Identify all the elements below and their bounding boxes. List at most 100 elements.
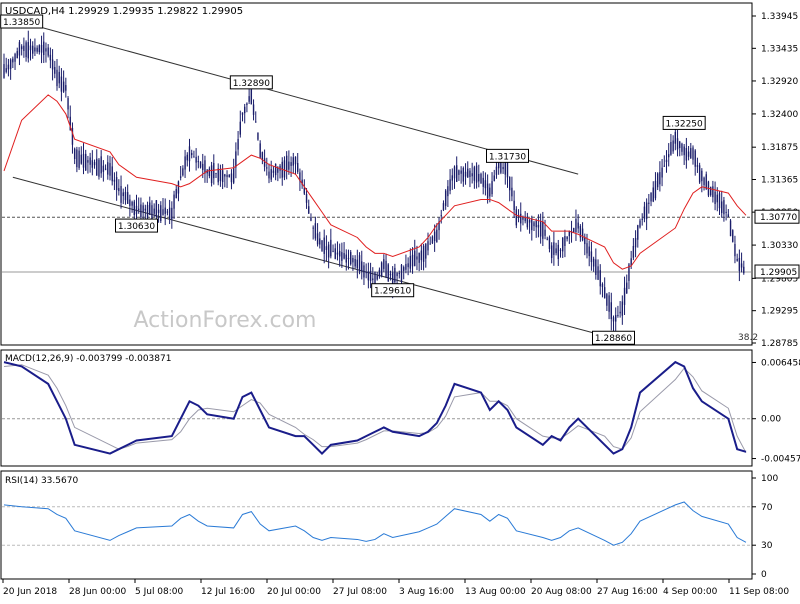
candle-body <box>389 273 392 276</box>
candle-body <box>721 201 723 214</box>
candle-body <box>471 173 473 177</box>
candle-body <box>634 238 637 248</box>
candle-body <box>701 170 703 182</box>
candle-body <box>542 221 544 239</box>
time-tick-label: 12 Jul 16:00 <box>201 587 255 597</box>
candle-body <box>469 170 471 178</box>
rsi-tick-label: 100 <box>761 474 778 484</box>
candle-body <box>135 205 138 215</box>
candle-body <box>553 242 555 255</box>
candle-body <box>380 262 383 277</box>
candle-body <box>361 261 363 272</box>
candle-body <box>109 163 111 176</box>
candle-body <box>120 186 122 203</box>
candle-body <box>226 174 228 178</box>
candle-body <box>23 45 25 51</box>
candle-body <box>608 295 610 312</box>
candle-body <box>378 269 381 277</box>
candle-body <box>182 168 184 176</box>
chart-canvas: ActionForex.com 1.33850 1.32890 1.30630 1.3… <box>0 2 800 597</box>
candle-body <box>559 249 562 251</box>
candle-body <box>138 208 140 210</box>
candle-body <box>407 263 409 268</box>
candle-body <box>522 217 524 220</box>
candle-body <box>356 259 359 269</box>
candle-body <box>674 131 677 144</box>
candle-body <box>670 141 672 155</box>
time-tick-label: 3 Aug 16:00 <box>399 587 454 597</box>
price-label-text: 1.32250 <box>666 119 703 129</box>
candle-body <box>683 146 685 156</box>
candle-body <box>184 156 186 170</box>
candle-body <box>577 222 579 229</box>
price-tag-label: 1.29905 <box>760 268 797 278</box>
candle-body <box>62 81 65 92</box>
candle-body <box>548 237 551 249</box>
candle-body <box>533 222 535 227</box>
candle-body <box>153 208 155 214</box>
candle-body <box>246 103 248 106</box>
candle-body <box>49 54 52 61</box>
candle-body <box>486 183 489 199</box>
candle-body <box>456 165 458 182</box>
candle-body <box>217 168 219 183</box>
candle-body <box>478 173 480 182</box>
candle-body <box>7 64 10 70</box>
candle-body <box>489 187 491 197</box>
candle-body <box>58 71 60 84</box>
candle-body <box>173 194 175 209</box>
candle-body <box>727 214 730 217</box>
candle-body <box>98 159 100 177</box>
candle-body <box>414 250 416 266</box>
candle-body <box>709 186 712 196</box>
candle-body <box>188 146 191 162</box>
candle-body <box>595 259 597 275</box>
candle-body <box>36 47 38 52</box>
price-axis: 1.33945 1.33435 1.32920 1.32400 1.31875 1.313… <box>752 12 800 349</box>
price-label-text: 1.30630 <box>118 222 155 232</box>
candle-body <box>292 157 294 166</box>
candle-body <box>480 173 482 184</box>
candle-body <box>535 220 537 228</box>
candle-body <box>400 264 403 283</box>
candle-body <box>162 209 164 215</box>
candle-body <box>186 154 188 161</box>
candle-body <box>575 218 577 233</box>
candle-body <box>91 160 94 168</box>
candle-body <box>493 175 495 181</box>
rsi-tick-label: 0 <box>761 570 767 580</box>
candle-body <box>334 248 336 259</box>
candle-body <box>241 112 244 115</box>
candle-body <box>277 168 279 173</box>
candle-body <box>5 68 7 72</box>
candle-body <box>546 238 548 240</box>
price-tick-label: 1.31875 <box>761 143 798 153</box>
chart-window: ActionForex.com 1.33850 1.32890 1.30630 1.3… <box>0 0 800 600</box>
candle-body <box>464 171 467 177</box>
macd-header: MACD(12,26,9) -0.003799 -0.003871 <box>5 354 171 364</box>
candle-body <box>592 258 595 267</box>
candle-body <box>743 266 745 274</box>
candle-body <box>668 154 670 158</box>
candle-body <box>676 138 679 150</box>
price-tick-label: 1.30330 <box>761 241 798 251</box>
candle-body <box>294 156 297 165</box>
candle-body <box>597 266 599 280</box>
candle-body <box>405 263 407 270</box>
candle-body <box>142 205 144 213</box>
candle-body <box>617 314 619 316</box>
candle-body <box>312 227 314 229</box>
candle-body <box>685 148 688 161</box>
candle-body <box>288 161 290 170</box>
candle-body <box>513 200 515 210</box>
candle-body <box>85 153 87 171</box>
candle-body <box>20 46 23 50</box>
candle-body <box>610 302 612 320</box>
candle-body <box>422 245 425 262</box>
time-tick-label: 20 Aug 08:00 <box>531 587 592 597</box>
candle-body <box>725 211 727 213</box>
candle-body <box>539 221 542 237</box>
candle-body <box>365 272 367 274</box>
candle-body <box>268 171 270 179</box>
candle-body <box>285 155 288 172</box>
